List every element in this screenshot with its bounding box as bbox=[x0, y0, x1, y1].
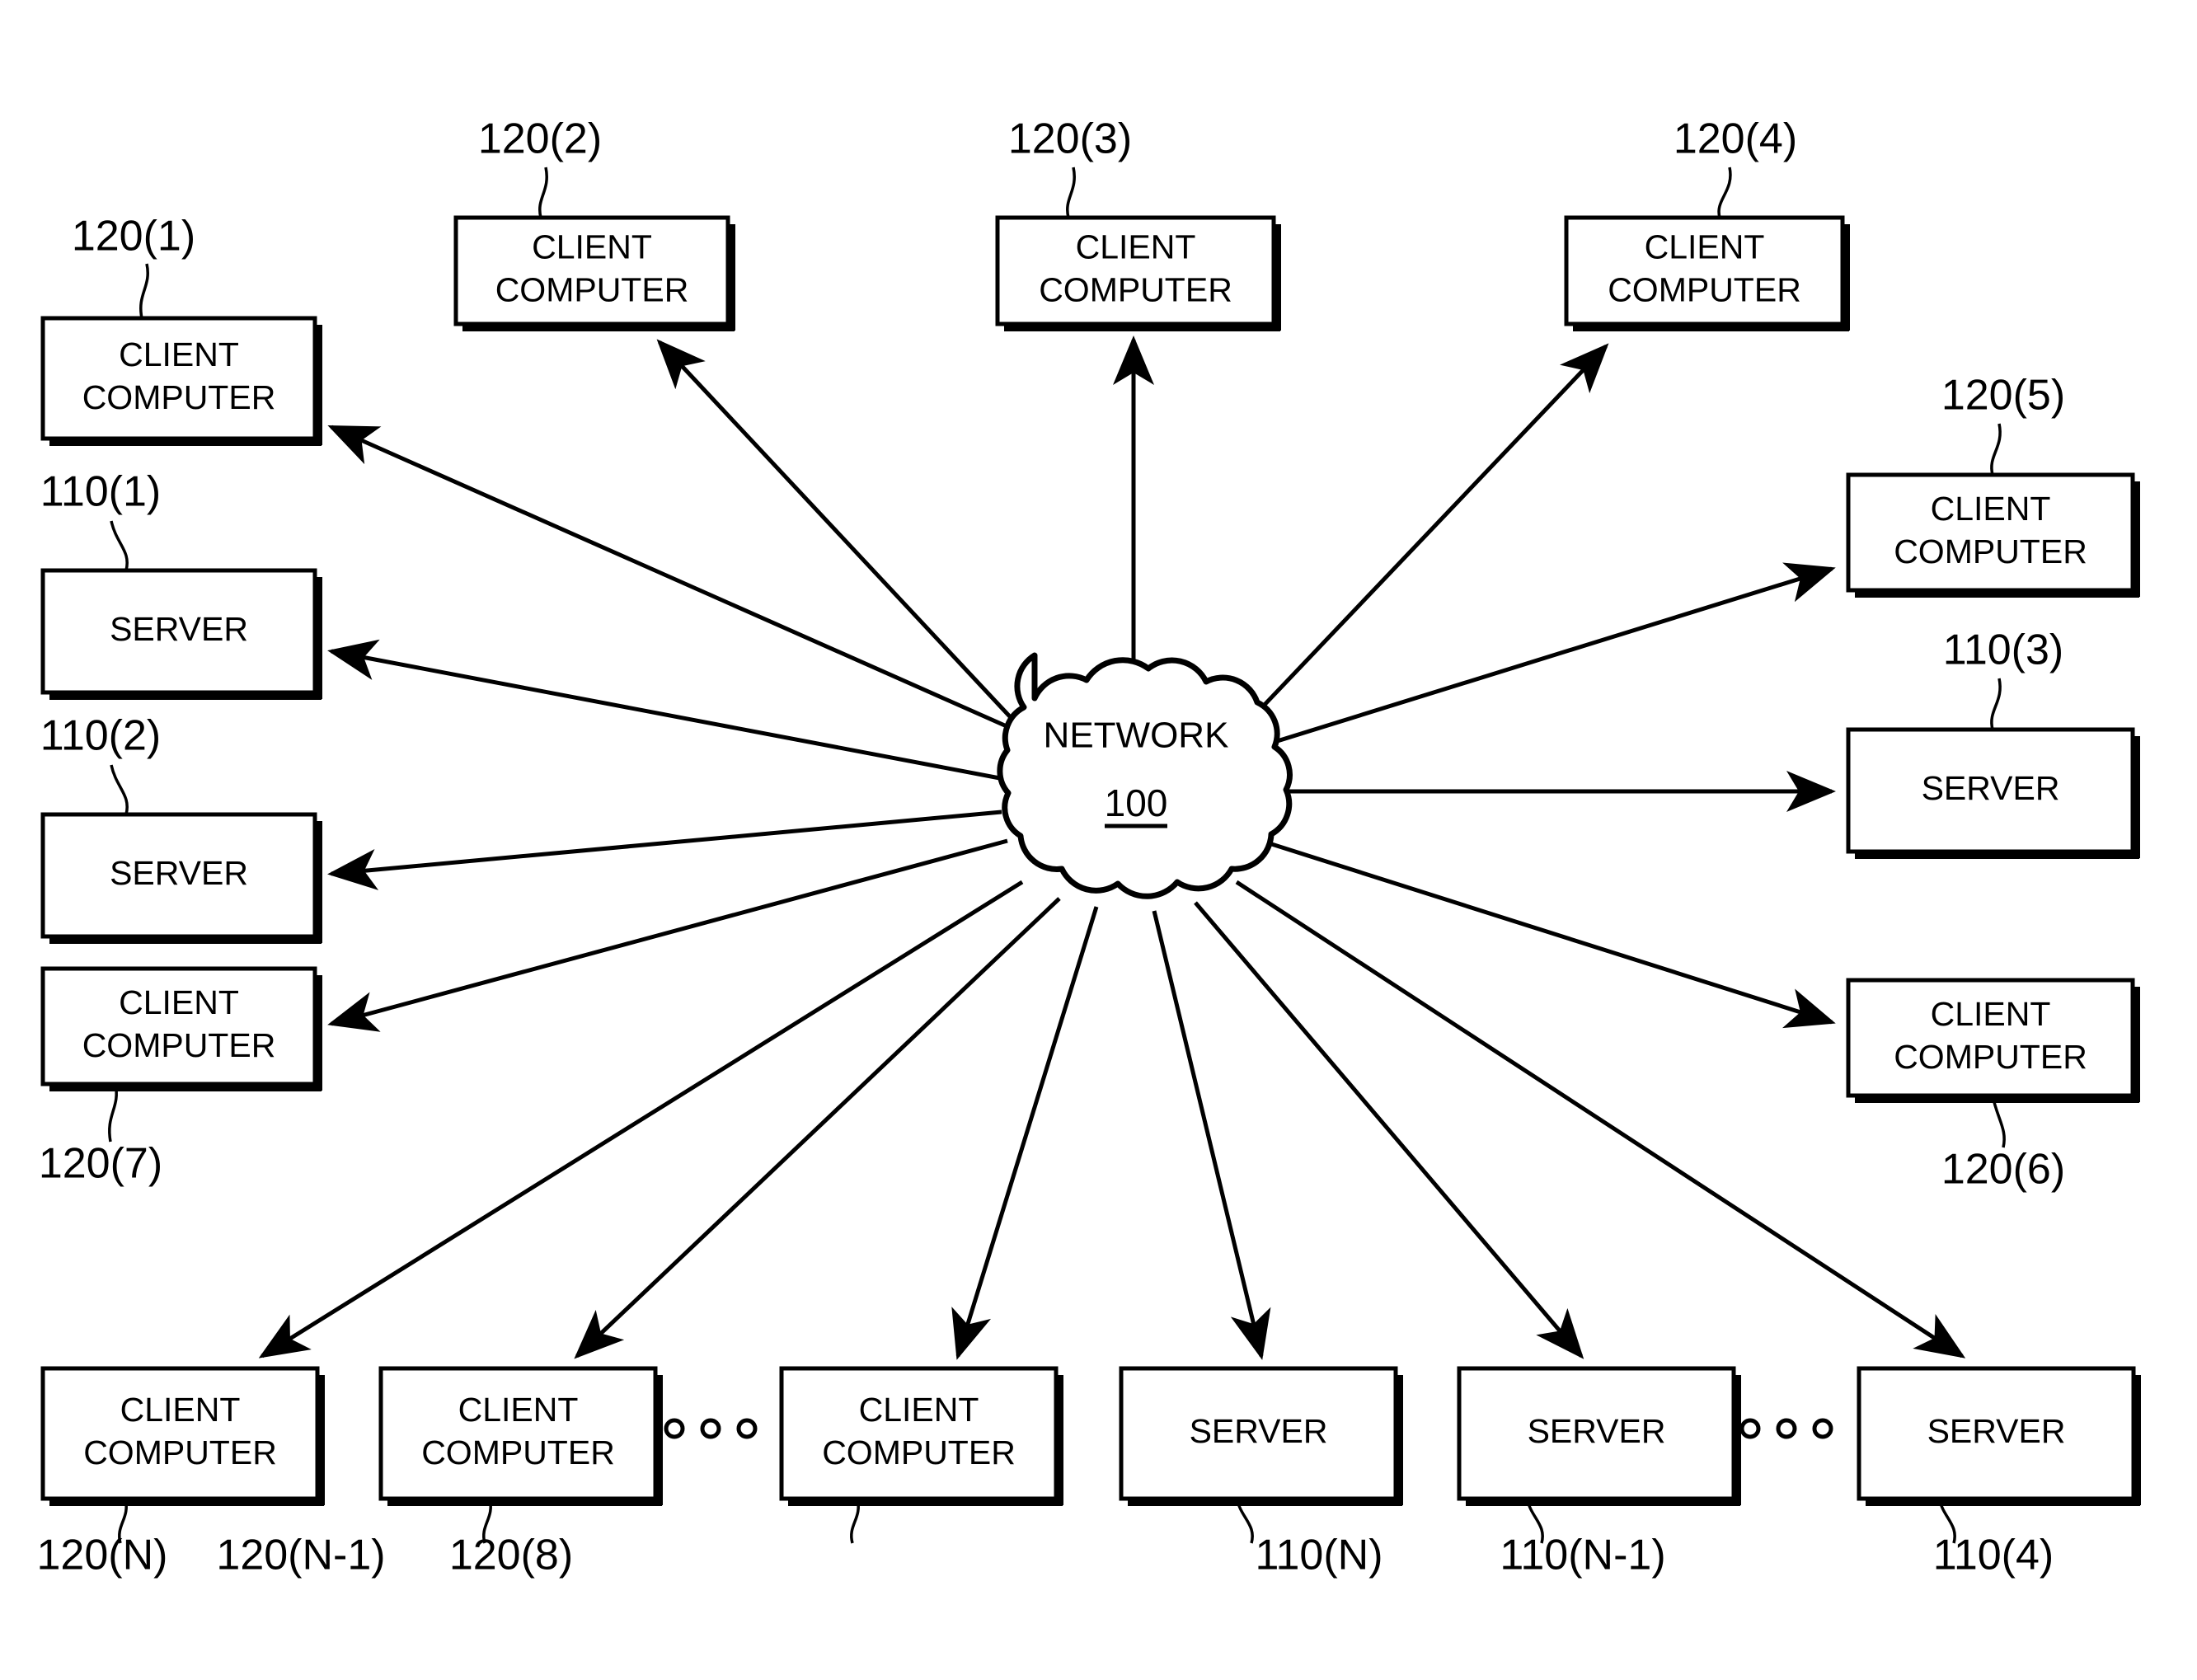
node-label-line1: CLIENT bbox=[1931, 995, 2051, 1033]
ellipsis-dot bbox=[700, 1418, 721, 1439]
reference-numeral: 120(N) bbox=[37, 1532, 168, 1579]
reference-numeral: 110(N-1) bbox=[1500, 1532, 1665, 1579]
ellipsis-dot bbox=[736, 1418, 758, 1439]
reference-leader-line bbox=[1066, 167, 1076, 218]
reference-leader-line bbox=[538, 167, 548, 218]
reference-numeral: 120(8) bbox=[449, 1532, 573, 1579]
reference-leader-line bbox=[139, 263, 149, 319]
node-label-line1: SERVER bbox=[110, 854, 248, 892]
ellipsis-indicator bbox=[1739, 1418, 1833, 1439]
connector-n12 bbox=[327, 809, 1002, 890]
node-label-line1: CLIENT bbox=[1076, 228, 1196, 265]
node-1103[interactable]: SERVER 110(3) bbox=[1846, 626, 2140, 859]
patent-figure-network-diagram: NETWORK 100 CLIENT COMPUTER 120(1) CLIENT CO… bbox=[0, 0, 2197, 1680]
node-label-line1: CLIENT bbox=[532, 228, 652, 265]
reference-numeral: 120(5) bbox=[1941, 372, 2065, 420]
ellipsis-dot bbox=[1776, 1418, 1797, 1439]
connector-n14 bbox=[1152, 910, 1271, 1360]
node-1202[interactable]: CLIENT COMPUTER 120(2) bbox=[453, 115, 735, 331]
node-label-line2: COMPUTER bbox=[1039, 270, 1232, 308]
connector-n7 bbox=[327, 838, 1008, 1032]
node-1203[interactable]: CLIENT COMPUTER 120(3) bbox=[995, 115, 1281, 331]
node-1104[interactable]: SERVER 110(4) bbox=[1857, 1366, 2141, 1579]
node-label-line1: CLIENT bbox=[119, 336, 239, 373]
connector-n4 bbox=[1243, 343, 1609, 727]
connector-n16 bbox=[1235, 880, 1966, 1359]
node-label-line1: CLIENT bbox=[119, 983, 239, 1021]
node-label-line2: COMPUTER bbox=[1608, 270, 1801, 308]
node-label-line1: SERVER bbox=[1190, 1412, 1328, 1450]
node-label-line2: COMPUTER bbox=[82, 378, 276, 416]
connector-n1 bbox=[327, 425, 1016, 732]
cloud-label: NETWORK bbox=[1044, 716, 1229, 756]
reference-leader-line bbox=[1990, 423, 2002, 476]
ellipsis-dot bbox=[664, 1418, 685, 1439]
reference-numeral: 120(6) bbox=[1941, 1146, 2065, 1194]
reference-numeral: 110(2) bbox=[40, 712, 161, 760]
node-label-line2: COMPUTER bbox=[1894, 533, 2087, 570]
network-diagram-canvas: NETWORK 100 CLIENT COMPUTER 120(1) CLIENT CO… bbox=[37, 115, 2141, 1579]
connector-n9 bbox=[574, 897, 1061, 1359]
reference-numeral: 120(2) bbox=[478, 115, 602, 163]
reference-numeral: 110(4) bbox=[1933, 1532, 2054, 1579]
node-label-line2: COMPUTER bbox=[822, 1434, 1016, 1471]
reference-numeral: 120(7) bbox=[39, 1140, 162, 1188]
node-1206[interactable]: CLIENT COMPUTER 120(6) bbox=[1846, 978, 2140, 1194]
node-label-line1: CLIENT bbox=[859, 1391, 979, 1429]
node-110N-1[interactable]: SERVER 110(N-1) bbox=[1457, 1366, 1741, 1579]
connector-n15 bbox=[1194, 901, 1584, 1359]
node-label-line1: CLIENT bbox=[120, 1391, 241, 1429]
node-1201[interactable]: CLIENT COMPUTER 120(1) bbox=[40, 213, 322, 446]
node-label-line1: SERVER bbox=[1927, 1412, 2066, 1450]
node-label-line2: COMPUTER bbox=[83, 1434, 277, 1471]
ellipsis-indicator bbox=[664, 1418, 758, 1439]
connector-n11 bbox=[327, 639, 1005, 781]
reference-leader-line bbox=[1991, 1095, 2006, 1148]
node-label-line1: SERVER bbox=[110, 610, 248, 648]
node-label-line1: CLIENT bbox=[458, 1391, 579, 1429]
connector-n6 bbox=[1260, 838, 1836, 1029]
node-1101[interactable]: SERVER 110(1) bbox=[40, 468, 322, 700]
ellipsis-dot bbox=[1739, 1418, 1761, 1439]
cloud-shape bbox=[997, 652, 1293, 899]
reference-numeral: 110(N) bbox=[1255, 1532, 1383, 1579]
reference-leader-line bbox=[1990, 678, 2002, 730]
reference-numeral: 120(N-1) bbox=[216, 1532, 385, 1579]
node-110N[interactable]: SERVER 110(N) bbox=[1119, 1366, 1403, 1579]
reference-leader-line bbox=[110, 764, 129, 815]
reference-numeral: 120(1) bbox=[72, 213, 195, 260]
reference-numeral: 110(1) bbox=[40, 468, 161, 516]
reference-numeral: 120(4) bbox=[1674, 115, 1797, 163]
reference-numeral: 110(3) bbox=[1943, 626, 2063, 674]
node-label-line2: COMPUTER bbox=[495, 270, 689, 308]
reference-leader-line bbox=[108, 1083, 118, 1143]
node-label-line1: SERVER bbox=[1528, 1412, 1666, 1450]
cloud-ref-number: 100 bbox=[1105, 781, 1168, 824]
node-1102[interactable]: SERVER 110(2) bbox=[40, 712, 322, 944]
node-label-line1: SERVER bbox=[1922, 769, 2060, 807]
node-1205[interactable]: CLIENT COMPUTER 120(5) bbox=[1846, 372, 2140, 598]
network-cloud[interactable]: NETWORK 100 bbox=[997, 652, 1293, 899]
node-label-line1: CLIENT bbox=[1645, 228, 1765, 265]
connector-n8 bbox=[258, 880, 1024, 1359]
node-1207[interactable]: CLIENT COMPUTER 120(7) bbox=[39, 966, 322, 1188]
connector-n2 bbox=[656, 339, 1020, 727]
reference-numeral: 120(3) bbox=[1008, 115, 1132, 163]
reference-leader-line bbox=[1717, 167, 1732, 218]
node-label-line1: CLIENT bbox=[1931, 490, 2051, 528]
node-label-line2: COMPUTER bbox=[82, 1026, 276, 1064]
node-1204[interactable]: CLIENT COMPUTER 120(4) bbox=[1564, 115, 1850, 331]
ellipsis-dot bbox=[1812, 1418, 1833, 1439]
node-label-line2: COMPUTER bbox=[421, 1434, 615, 1471]
connector-n5 bbox=[1260, 562, 1836, 748]
node-label-line2: COMPUTER bbox=[1894, 1038, 2087, 1076]
reference-leader-line bbox=[110, 520, 129, 571]
